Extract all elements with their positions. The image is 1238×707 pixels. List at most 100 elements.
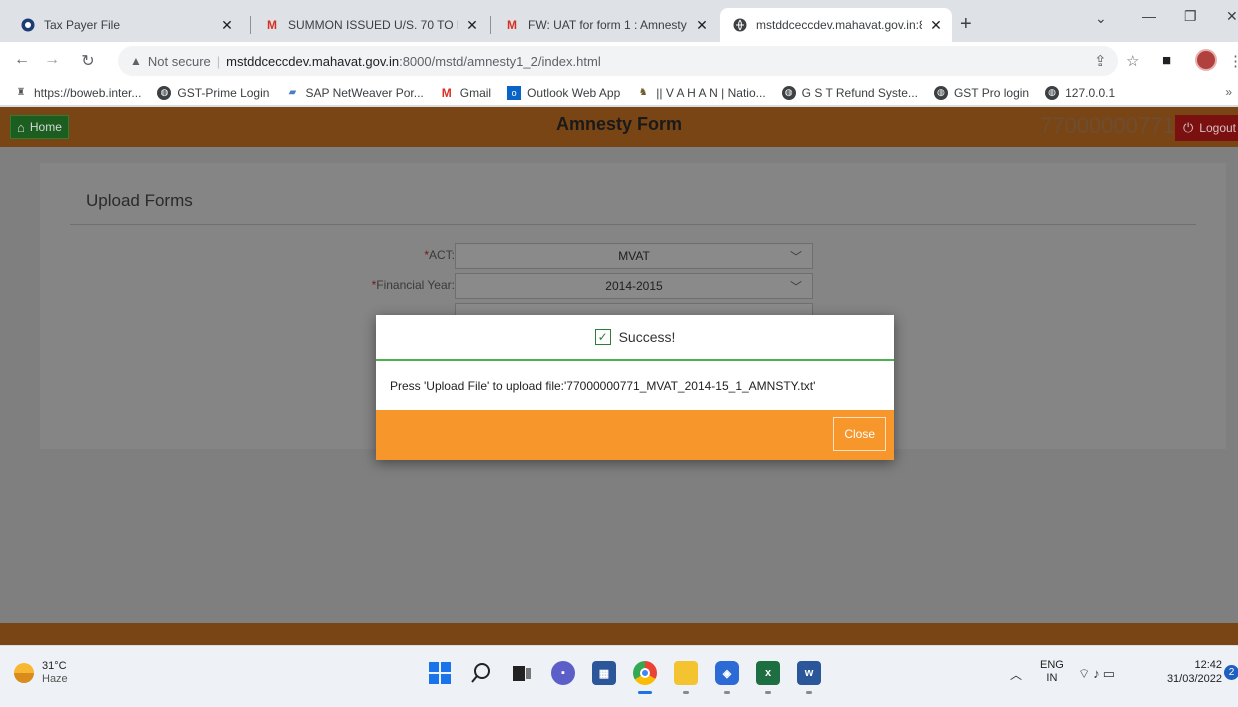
tab-title: Tax Payer File — [44, 18, 121, 32]
tab-title: FW: UAT for form 1 : Amnesty Sch — [528, 18, 688, 32]
divider — [70, 224, 1196, 225]
bookmarks-bar: ♜ https://boweb.inter... ◍ GST-Prime Login… — [0, 80, 1238, 106]
bookmark-boweb[interactable]: ♜ https://boweb.inter... — [14, 85, 142, 100]
dialog-footer: Close — [376, 410, 894, 460]
date: 31/03/2022 — [1166, 673, 1222, 685]
bookmark-localhost[interactable]: ◍ 127.0.0.1 — [1045, 85, 1116, 100]
address-divider: | — [216, 53, 221, 69]
new-tab-icon[interactable]: + — [960, 13, 972, 36]
chevron-down-icon: ﹀ — [789, 280, 802, 294]
gmail-icon: M — [267, 18, 277, 32]
tab-summon-issued[interactable]: M SUMMON ISSUED U/S. 70 TO M/ ✕ — [252, 8, 488, 42]
act-select[interactable]: MVAT ﹀ — [455, 243, 813, 269]
word-icon[interactable]: w — [797, 661, 821, 694]
gmail-icon: M — [441, 85, 452, 100]
tab-separator — [250, 16, 251, 34]
act-row: *ACT: MVAT ﹀ — [40, 243, 1226, 269]
tab-mstddceccdev[interactable]: mstddceccdev.mahavat.gov.in:80 ✕ — [720, 8, 952, 42]
globe-icon: ◍ — [1045, 85, 1060, 100]
clock[interactable]: 12:42 31/03/2022 — [1150, 658, 1222, 686]
bookmark-gst-prime[interactable]: ◍ GST-Prime Login — [157, 85, 270, 100]
windows-start-icon[interactable] — [428, 661, 452, 685]
bookmark-gst-refund[interactable]: ◍ G S T Refund Syste... — [781, 85, 918, 100]
forward-icon[interactable]: → — [42, 51, 62, 69]
close-tab-icon[interactable]: ✕ — [928, 17, 944, 34]
bookmark-gmail[interactable]: M Gmail — [440, 86, 491, 100]
financial-year-row: *Financial Year: 2014-2015 ﹀ — [40, 273, 1226, 299]
financial-year-value: 2014-2015 — [605, 279, 663, 293]
gmail-icon: M — [507, 18, 517, 32]
emblem-icon: ♜ — [16, 87, 26, 98]
address-bar[interactable]: ▲ Not secure | mstddceccdev.mahavat.gov.… — [118, 46, 1118, 76]
financial-year-select[interactable]: 2014-2015 ﹀ — [455, 273, 813, 299]
card-title: Upload Forms — [86, 191, 193, 210]
bookmark-star-icon[interactable]: ☆ — [1126, 52, 1139, 70]
chrome-icon[interactable] — [633, 661, 657, 694]
act-value: MVAT — [618, 249, 650, 263]
weather-widget[interactable]: 31°C Haze — [14, 660, 68, 686]
notification-badge[interactable]: 2 — [1224, 665, 1238, 680]
globe-icon: ◍ — [157, 85, 172, 100]
close-tab-icon[interactable]: ✕ — [464, 17, 480, 34]
language-indicator[interactable]: ENG IN — [1040, 659, 1064, 685]
close-window-icon[interactable]: ✕ — [1226, 8, 1238, 25]
globe-icon — [732, 17, 748, 33]
outlook-icon: o — [507, 85, 522, 100]
show-hidden-icons-icon[interactable]: ︿ — [1010, 666, 1022, 683]
teams-chat-icon[interactable]: ▪ — [551, 661, 575, 685]
success-dialog: ✓ Success! Press 'Upload File' to upload… — [376, 315, 894, 460]
tab-fw-uat[interactable]: M FW: UAT for form 1 : Amnesty Sch ✕ — [492, 8, 718, 42]
vahan-icon: ♞ — [638, 87, 648, 98]
task-view-icon[interactable] — [510, 661, 534, 685]
close-tab-icon[interactable]: ✕ — [219, 17, 235, 34]
menu-icon[interactable]: ⋮ — [1228, 52, 1238, 70]
tab-title: mstddceccdev.mahavat.gov.in:80 — [756, 18, 922, 32]
bookmark-label: https://boweb.inter... — [34, 85, 142, 100]
close-button[interactable]: Close — [833, 417, 886, 451]
bookmark-sap[interactable]: ▰ SAP NetWeaver Por... — [285, 86, 424, 100]
tab-title: SUMMON ISSUED U/S. 70 TO M/ — [288, 18, 458, 32]
dialog-title: Success! — [618, 329, 676, 345]
network-volume-battery-icon[interactable]: ⌔♪▭ — [1078, 666, 1118, 682]
url-host: mstddceccdev.mahavat.gov.in — [226, 53, 400, 69]
tab-search-chevron-icon[interactable]: ⌄ — [1095, 10, 1107, 27]
share-icon[interactable]: ⇪ — [1094, 52, 1107, 70]
bookmark-outlook[interactable]: o Outlook Web App — [507, 85, 621, 100]
side-panel-icon[interactable]: ■ — [1162, 52, 1171, 69]
bookmark-label: G S T Refund Syste... — [801, 85, 918, 100]
restore-icon[interactable]: ❐ — [1184, 8, 1197, 25]
search-icon[interactable] — [469, 661, 493, 685]
security-shield-icon[interactable]: ◈ — [715, 661, 739, 694]
tab-tax-payer-file[interactable]: Tax Payer File ✕ — [8, 8, 243, 42]
file-explorer-icon[interactable] — [674, 661, 698, 694]
url-path: :8000/mstd/amnesty1_2/index.html — [399, 53, 601, 69]
widgets-icon[interactable]: ▦ — [592, 661, 616, 685]
browser-tab-strip: Tax Payer File ✕ M SUMMON ISSUED U/S. 70… — [0, 0, 1238, 42]
bookmark-label: 127.0.0.1 — [1065, 85, 1116, 100]
back-icon[interactable]: ← — [12, 51, 32, 69]
user-id: 77000000771 — [1040, 113, 1175, 138]
temperature: 31°C — [42, 660, 67, 672]
excel-icon[interactable]: x — [756, 661, 780, 694]
dialog-body: Press 'Upload File' to upload file:'7700… — [376, 361, 894, 410]
profile-avatar[interactable] — [1195, 49, 1217, 71]
check-icon: ✓ — [594, 329, 611, 345]
weather-icon — [14, 663, 34, 683]
reload-icon[interactable]: ↻ — [78, 51, 98, 71]
globe-icon: ◍ — [781, 85, 796, 100]
more-bookmarks-icon[interactable]: » — [1225, 85, 1232, 99]
warning-icon[interactable]: ▲ — [130, 54, 142, 68]
logout-label: Logout — [1199, 121, 1236, 135]
bookmark-label: GST-Prime Login — [177, 85, 270, 100]
bookmark-gst-pro[interactable]: ◍ GST Pro login — [933, 85, 1029, 100]
close-tab-icon[interactable]: ✕ — [694, 17, 710, 34]
bookmark-vahan[interactable]: ♞ || V A H A N | Natio... — [636, 86, 766, 100]
sap-icon: ▰ — [288, 87, 297, 98]
logout-button[interactable]: ⏻ Logout — [1175, 115, 1238, 141]
bookmark-label: Outlook Web App — [527, 85, 621, 100]
taskbar-apps: ▪ ▦ ◈ x w — [428, 661, 838, 694]
minimize-icon[interactable]: — — [1142, 8, 1156, 24]
chevron-down-icon: ﹀ — [789, 250, 802, 264]
lang-region: IN — [1046, 672, 1058, 684]
security-label: Not secure — [147, 53, 211, 69]
